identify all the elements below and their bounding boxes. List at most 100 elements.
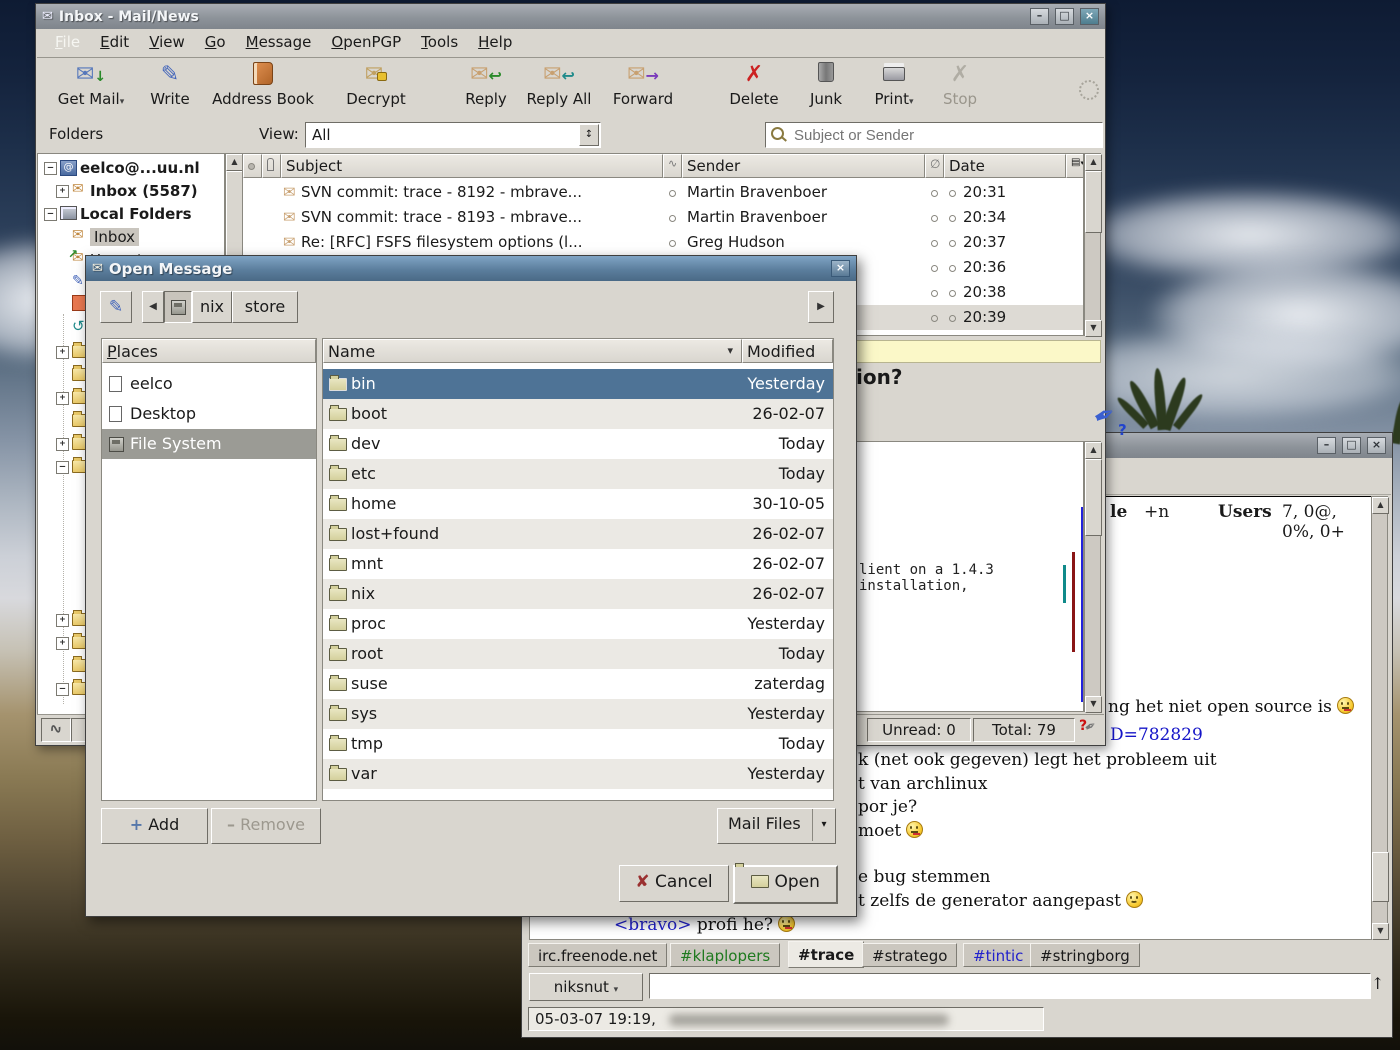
- tab-channel-stringborg[interactable]: #stringborg: [1030, 943, 1140, 967]
- tab-channel-stratego[interactable]: #stratego: [862, 943, 957, 967]
- file-row-nix[interactable]: nix 26-02-07: [323, 579, 833, 609]
- modified-column-header[interactable]: Modified: [742, 339, 833, 363]
- close-icon[interactable]: ×: [1367, 437, 1386, 454]
- tree-row[interactable]: ✎: [72, 273, 84, 289]
- path-back-icon[interactable]: ◀: [142, 291, 164, 323]
- file-row-var[interactable]: var Yesterday: [323, 759, 833, 789]
- type-filename-button[interactable]: ✎: [100, 291, 132, 323]
- scroll-up-icon[interactable]: ▲: [1372, 497, 1389, 514]
- dialog-titlebar[interactable]: ✉ Open Message ×: [86, 256, 856, 281]
- menu-view[interactable]: View: [139, 29, 195, 55]
- address-book-button[interactable]: Address Book: [203, 62, 323, 112]
- search-box[interactable]: [765, 122, 1103, 148]
- file-row-home[interactable]: home 30-10-05: [323, 489, 833, 519]
- file-row-proc[interactable]: proc Yesterday: [323, 609, 833, 639]
- file-row-sys[interactable]: sys Yesterday: [323, 699, 833, 729]
- stop-button[interactable]: ✗ Stop: [935, 62, 985, 112]
- irc-chat-scrollbar[interactable]: ▲ ▼: [1371, 496, 1388, 939]
- col-flag[interactable]: [243, 154, 262, 178]
- irc-message-input[interactable]: [649, 973, 1371, 999]
- maximize-icon[interactable]: □: [1342, 437, 1361, 454]
- close-icon[interactable]: ×: [831, 260, 850, 277]
- scroll-up-icon[interactable]: ▲: [226, 154, 243, 171]
- tab-channel-klaplopers[interactable]: #klaplopers: [670, 943, 780, 967]
- print-button[interactable]: Print▾: [863, 62, 925, 112]
- tree-expander[interactable]: +: [56, 438, 69, 451]
- file-row-tmp[interactable]: tmp Today: [323, 729, 833, 759]
- close-icon[interactable]: ×: [1080, 8, 1099, 25]
- tree-expander[interactable]: +: [56, 392, 69, 405]
- col-thread[interactable]: ∿: [663, 154, 682, 178]
- tree-row[interactable]: ↺: [72, 317, 85, 335]
- col-attachment[interactable]: [262, 154, 281, 178]
- offline-indicator[interactable]: ∿: [41, 718, 71, 742]
- search-input[interactable]: [792, 124, 1096, 146]
- file-row-etc[interactable]: etc Today: [323, 459, 833, 489]
- scroll-up-icon[interactable]: ▲: [1085, 442, 1102, 459]
- tree-expander[interactable]: +: [56, 637, 69, 650]
- place-item-eelco[interactable]: eelco: [102, 369, 316, 399]
- mail-titlebar[interactable]: ✉ Inbox - Mail/News – □ ×: [36, 4, 1105, 29]
- column-picker-icon[interactable]: ▤▾: [1066, 154, 1084, 178]
- file-row-mnt[interactable]: mnt 26-02-07: [323, 549, 833, 579]
- delete-button[interactable]: ✗ Delete: [719, 62, 789, 112]
- view-select[interactable]: All ↕: [305, 122, 601, 148]
- menu-help[interactable]: Help: [468, 29, 522, 55]
- place-item-desktop[interactable]: Desktop: [102, 399, 316, 429]
- menu-go[interactable]: Go: [195, 29, 236, 55]
- send-arrow-icon[interactable]: ↑: [1371, 974, 1384, 993]
- tree-row[interactable]: [72, 295, 86, 315]
- tree-expander[interactable]: +: [56, 614, 69, 627]
- get-mail-button[interactable]: ✉↓ Get Mail▾: [45, 62, 137, 112]
- scroll-up-icon[interactable]: ▲: [1085, 154, 1102, 171]
- cancel-button[interactable]: ✘ Cancel: [619, 865, 729, 902]
- menu-message[interactable]: Message: [236, 29, 322, 55]
- menu-edit[interactable]: Edit: [90, 29, 139, 55]
- path-forward-icon[interactable]: ▶: [808, 291, 834, 323]
- open-button[interactable]: Open: [733, 865, 838, 904]
- path-crumb-nix[interactable]: nix: [192, 291, 232, 323]
- nick-selector[interactable]: niksnut ▾: [529, 973, 643, 1001]
- reply-all-button[interactable]: ✉↩ Reply All: [519, 62, 599, 112]
- filter-select[interactable]: Mail Files ▾: [717, 808, 836, 844]
- tree-row-inbox-remote[interactable]: + ✉ Inbox (5587): [38, 180, 225, 202]
- menu-tools[interactable]: Tools: [411, 29, 468, 55]
- tree-row-account[interactable]: – @ eelco@...uu.nl: [38, 157, 225, 179]
- file-row-lostfound[interactable]: lost+found 26-02-07: [323, 519, 833, 549]
- filter-dropdown-icon[interactable]: ▾: [812, 809, 835, 841]
- tree-expander[interactable]: +: [56, 346, 69, 359]
- reply-button[interactable]: ✉↩ Reply: [457, 62, 515, 112]
- scroll-down-icon[interactable]: ▼: [1085, 320, 1102, 337]
- message-row[interactable]: ✉SVN commit: trace - 8193 - mbrave... Ma…: [243, 205, 1084, 230]
- minimize-icon[interactable]: –: [1030, 8, 1049, 25]
- path-root-button[interactable]: [164, 291, 192, 323]
- file-row-boot[interactable]: boot 26-02-07: [323, 399, 833, 429]
- scroll-down-icon[interactable]: ▼: [1085, 696, 1102, 713]
- col-subject[interactable]: Subject: [281, 154, 663, 178]
- maximize-icon[interactable]: □: [1055, 8, 1074, 25]
- add-button[interactable]: + Add: [101, 808, 208, 844]
- path-crumb-store[interactable]: store: [232, 291, 298, 323]
- tree-expander[interactable]: –: [56, 683, 69, 696]
- junk-button[interactable]: Junk: [797, 62, 855, 112]
- minimize-icon[interactable]: –: [1317, 437, 1336, 454]
- message-row[interactable]: ✉SVN commit: trace - 8192 - mbrave... Ma…: [243, 180, 1084, 205]
- forward-button[interactable]: ✉→ Forward: [603, 62, 683, 112]
- message-row[interactable]: ✉Re: [RFC] FSFS filesystem options (l...…: [243, 230, 1084, 255]
- write-button[interactable]: ✎ Write: [141, 62, 199, 112]
- file-row-bin[interactable]: bin Yesterday: [323, 369, 833, 399]
- chat-link[interactable]: D=782829: [1110, 725, 1203, 745]
- col-junk[interactable]: ∅: [925, 154, 944, 178]
- message-body-scrollbar[interactable]: ▲ ▼: [1084, 441, 1101, 712]
- file-row-dev[interactable]: dev Today: [323, 429, 833, 459]
- tree-expander[interactable]: –: [56, 461, 69, 474]
- menu-openpgp[interactable]: OpenPGP: [321, 29, 411, 55]
- col-date[interactable]: Date: [944, 154, 1066, 178]
- tree-row-local-folders[interactable]: – Local Folders: [38, 203, 225, 225]
- tab-network[interactable]: irc.freenode.net: [528, 943, 667, 967]
- combo-spin-icon[interactable]: ↕: [579, 124, 599, 146]
- col-sender[interactable]: Sender: [682, 154, 925, 178]
- tab-channel-trace[interactable]: #trace: [788, 941, 864, 968]
- tab-channel-tintic[interactable]: #tintic: [963, 943, 1033, 967]
- tree-row-inbox-local[interactable]: ✉ Inbox: [38, 226, 225, 248]
